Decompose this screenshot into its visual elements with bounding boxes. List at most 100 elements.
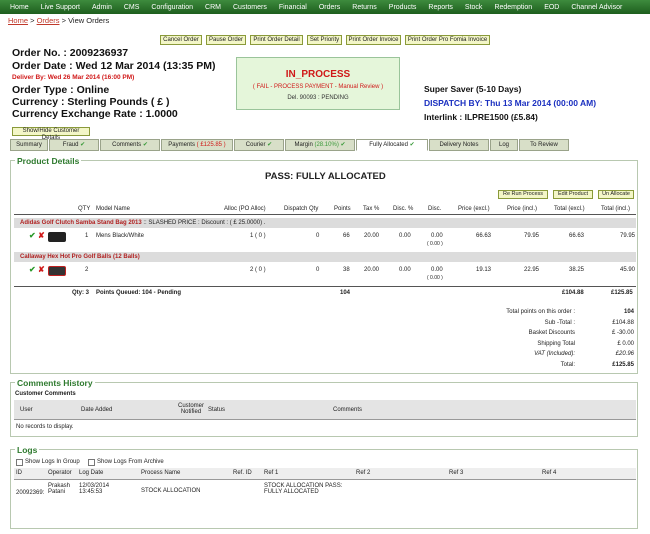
col-comments: Comments [333,407,363,413]
un-allocate-button[interactable]: Un Allocate [598,190,634,199]
item-total-excl: 66.63 [569,233,585,239]
print-order-invoice-button[interactable]: Print Order Invoice [346,35,401,45]
nav-item-orders[interactable]: Orders [313,4,346,11]
tab-label: Comments [112,142,142,148]
col-qty: QTY [78,206,91,212]
nav-item-channel-advisor[interactable]: Channel Advisor [565,4,628,11]
remove-icon[interactable]: ✘ [38,231,45,240]
item-points: 66 [343,233,350,239]
col-disc-pct: Disc. % [393,206,414,212]
tab-check-icon: ✔ [80,142,86,148]
tab-extra: (28.10%) [314,142,339,148]
tab-label: To Review [530,142,558,148]
tab-delivery-notes[interactable]: Delivery Notes [429,139,489,151]
show-logs-archive-checkbox[interactable] [88,459,95,466]
item-qty: 1 [85,233,89,239]
print-proforma-invoice-button[interactable]: Print Order Pro Fomia Invoice [405,35,490,45]
nav-item-reports[interactable]: Reports [422,4,459,11]
check-icon[interactable]: ✔ [29,231,36,240]
total-label: VAT (Included): [534,351,575,357]
status-detail: ( FAIL - PROCESS PAYMENT - Manual Review… [252,84,384,90]
order-type: Order Type : Online [12,84,110,96]
tab-payments[interactable]: Payments ( £125.85 ) [161,139,233,151]
tab-extra: ( £125.85 ) [196,142,226,148]
nav-item-products[interactable]: Products [383,4,423,11]
top-nav: Home Live Support Admin CMS Configuration CRM… [0,0,650,14]
nav-item-stock[interactable]: Stock [459,4,489,11]
product-details-title: Product Details [15,156,82,166]
tab-log[interactable]: Log [490,139,518,151]
print-order-detail-button[interactable]: Print Order Detail [250,35,303,45]
item-disc: 0.00 [431,233,443,239]
item-disc-sub: ( 0.00 ) [427,241,443,247]
show-logs-group-checkbox[interactable] [16,459,23,466]
summary-qty: Qty: 3 [72,290,90,296]
total-label: Sub -Total : [544,319,575,326]
check-icon[interactable]: ✔ [29,265,36,274]
tab-to-review[interactable]: To Review [519,139,569,151]
nav-item-cms[interactable]: CMS [118,4,146,11]
col-alloc: Alloc (PO Alloc) [224,206,266,212]
nav-item-financial[interactable]: Financial [273,4,313,11]
breadcrumb-sep: > [28,16,37,25]
product-name[interactable]: Adidas Golf Clutch Samba Stand Bag 2013 [20,220,142,226]
tab-label: Delivery Notes [439,142,479,148]
order-number: Order No. : 2009236937 [12,47,129,59]
total-value: £ 0.00 [617,340,634,347]
nav-item-configuration[interactable]: Configuration [145,4,199,11]
nav-item-returns[interactable]: Returns [346,4,383,11]
item-total-incl: 79.95 [620,233,636,239]
comments-history-title: Comments History [15,378,95,388]
total-label: Basket Discounts [528,330,575,336]
tab-margin[interactable]: Margin (28.10%) ✔ [285,139,355,151]
tab-label: Log [498,142,509,148]
summary-points-queued: Points Queued: 104 - Pending [96,290,182,296]
item-qty: 2 [85,267,89,273]
total-value: £ -30.00 [611,330,634,336]
nav-item-customers[interactable]: Customers [227,4,273,11]
re-run-process-button[interactable]: Re Run Process [498,190,548,199]
nav-item-eod[interactable]: EOD [538,4,565,11]
tab-courier[interactable]: Courier ✔ [234,139,284,151]
nav-item-admin[interactable]: Admin [86,4,118,11]
nav-item-home[interactable]: Home [4,4,35,11]
edit-product-button[interactable]: Edit Product [553,190,593,199]
product-name[interactable]: Callaway Hex Hot Pro Golf Balls (12 Ball… [20,254,140,260]
breadcrumb-orders[interactable]: Orders [37,16,60,25]
tab-fraud[interactable]: Fraud ✔ [49,139,99,151]
order-currency: Currency : Sterling Pounds ( £ ) [12,96,170,108]
tab-summary[interactable]: Summary [10,139,48,151]
col-status: Status [208,407,226,413]
set-priority-button[interactable]: Set Priority [307,35,342,45]
item-points: 38 [343,267,350,273]
col-total-incl: Total (incl.) [601,206,631,212]
log-col-ref4: Ref 4 [542,470,557,476]
tab-label: Payments [168,142,195,148]
tab-fully-allocated[interactable]: Fully Allocated ✔ [356,139,428,151]
item-total-excl: 38.25 [569,267,585,273]
item-model: Mens Black/White [96,233,145,239]
tab-label: Fraud [62,142,79,148]
item-price-incl: 22.95 [524,267,540,273]
remove-icon[interactable]: ✘ [38,265,45,274]
nav-item-redemption[interactable]: Redemption [488,4,538,11]
dispatch-by: DISPATCH BY: Thu 13 Mar 2014 (00:00 AM) [424,98,597,108]
nav-item-crm[interactable]: CRM [199,4,227,11]
log-col-ref2: Ref 2 [356,470,371,476]
col-customer-notified: Customer Notified [177,403,204,415]
breadcrumb-home[interactable]: Home [8,16,28,25]
nav-item-live-support[interactable]: Live Support [35,4,86,11]
product-group-row: Callaway Hex Hot Pro Golf Balls (12 Ball… [14,252,636,262]
col-model: Model Name [96,206,131,212]
cancel-order-button[interactable]: Cancel Order [160,35,202,45]
log-col-refid: Ref. ID [233,470,252,476]
log-process: STOCK ALLOCATION [141,488,201,494]
pause-order-button[interactable]: Pause Order [206,35,246,45]
col-price-excl: Price (excl.) [458,206,490,212]
tab-bar: Summary Fraud ✔ Comments ✔ Payments ( £125.… [10,139,600,151]
tab-check-icon: ✔ [142,142,148,148]
item-disc: 0.00 [431,267,443,273]
breadcrumb: Home > Orders > View Orders [8,16,109,25]
toggle-customer-details-button[interactable]: Show/Hide Customer Details [12,127,90,141]
tab-comments[interactable]: Comments ✔ [100,139,160,151]
